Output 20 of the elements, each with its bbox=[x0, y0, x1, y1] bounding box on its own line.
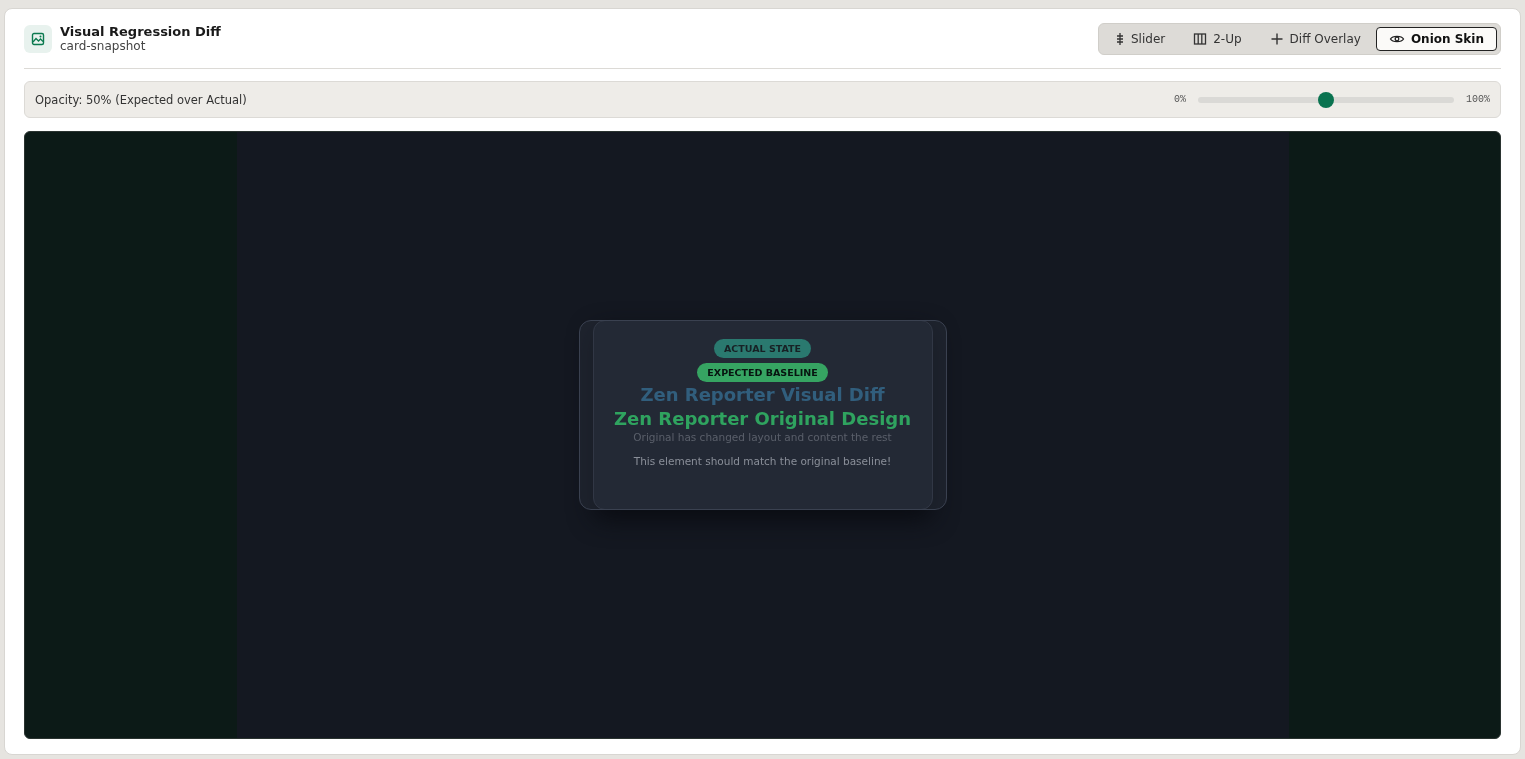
min-label: 0% bbox=[1173, 94, 1186, 105]
opacity-slider[interactable] bbox=[1198, 91, 1454, 108]
snapshot-name: card-snapshot bbox=[60, 39, 147, 53]
mode-tab[interactable]: Diff Overlay bbox=[1256, 26, 1374, 51]
card-title: Zen Reporter Visual Diff bbox=[640, 384, 885, 405]
card-description: This element should match the original baseline! bbox=[633, 455, 892, 467]
slider-thumb[interactable] bbox=[1318, 91, 1334, 108]
state-badge: ACTUAL STATE bbox=[713, 339, 812, 358]
card-title: Zen Reporter Original Design bbox=[614, 408, 911, 429]
image-icon bbox=[24, 24, 52, 53]
mode-tab[interactable]: Onion Skin bbox=[1375, 26, 1497, 51]
slider-icon bbox=[1115, 31, 1125, 46]
diff-title: Visual Regression Diff bbox=[60, 24, 221, 39]
plus-icon bbox=[1269, 31, 1284, 46]
max-label: 100% bbox=[1466, 94, 1490, 105]
mode-tab[interactable]: Slider bbox=[1102, 26, 1179, 51]
columns-icon bbox=[1193, 31, 1208, 46]
opacity-label: Opacity: 50% (Expected over Actual) bbox=[35, 92, 247, 107]
state-badge: EXPECTED BASELINE bbox=[697, 363, 828, 382]
mode-tab[interactable]: 2-Up bbox=[1180, 26, 1255, 51]
